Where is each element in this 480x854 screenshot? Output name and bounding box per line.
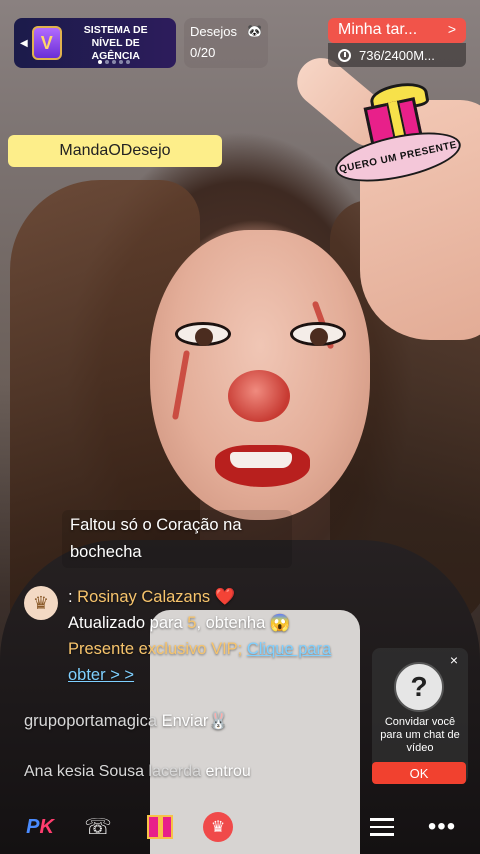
chat-username[interactable]: grupoportamagica <box>24 712 157 730</box>
streamer-tag[interactable]: MandaODesejo <box>8 135 222 167</box>
heart-icon: ❤️ <box>214 588 236 606</box>
wishes-panel[interactable]: Desejos 🐼 0/20 <box>184 18 268 68</box>
vip-badge-icon: V <box>31 26 62 60</box>
more-options-icon[interactable]: ••• <box>422 808 462 846</box>
ok-button[interactable]: OK <box>372 762 466 784</box>
bottom-toolbar: PK ☏ ♛ ••• <box>0 800 480 854</box>
clock-icon <box>338 48 351 62</box>
chat-message: Faltou só o Coração na bochecha <box>62 510 292 568</box>
agency-banner-label: SISTEMA DE NÍVEL DE AGÊNCIA <box>83 23 148 62</box>
close-icon[interactable]: × <box>450 652 458 668</box>
pk-button[interactable]: PK <box>20 808 60 846</box>
task-label: Minha tar... <box>338 21 418 38</box>
bunny-gift-icon: 🐰 <box>208 712 229 730</box>
chat-message-gift: grupoportamagica Enviar🐰 <box>24 712 229 730</box>
video-call-icon[interactable]: ☏ <box>78 808 118 846</box>
carousel-dots <box>98 60 130 64</box>
gift-icon[interactable] <box>140 808 180 846</box>
chat-message-join: Ana kesia Sousa lacerda entrou <box>24 763 251 780</box>
chat-username[interactable]: Rosinay Calazans <box>77 588 210 606</box>
task-progress[interactable]: 736/2400M... <box>328 43 466 67</box>
shocked-face-icon: 😱 <box>269 614 291 632</box>
invite-text: Convidar você para um chat de vídeo <box>380 716 460 754</box>
video-chat-invite: × ? Convidar você para um chat de vídeo … <box>372 648 468 784</box>
chevron-right-icon: > <box>447 21 456 37</box>
my-task-button[interactable]: Minha tar... > <box>328 18 466 43</box>
chat-message-vip: : Rosinay Calazans ❤️ Atualizado para 5,… <box>68 588 332 684</box>
rose-icon[interactable]: ♛ <box>198 808 238 846</box>
wishes-count: 0/20 <box>190 45 216 60</box>
task-progress-value: 736/2400M... <box>359 47 435 63</box>
menu-icon[interactable] <box>362 808 402 846</box>
avatar: ? <box>394 662 444 712</box>
clown-nose <box>228 370 290 422</box>
chevron-left-icon: ◀ <box>20 37 28 49</box>
chat-username[interactable]: Ana kesia Sousa lacerda <box>24 763 201 780</box>
panda-icon: 🐼 <box>247 24 262 38</box>
gift-request-sticker: QUERO UM PRESENTE <box>331 79 465 191</box>
agency-level-banner[interactable]: ◀ V SISTEMA DE NÍVEL DE AGÊNCIA <box>14 18 176 68</box>
